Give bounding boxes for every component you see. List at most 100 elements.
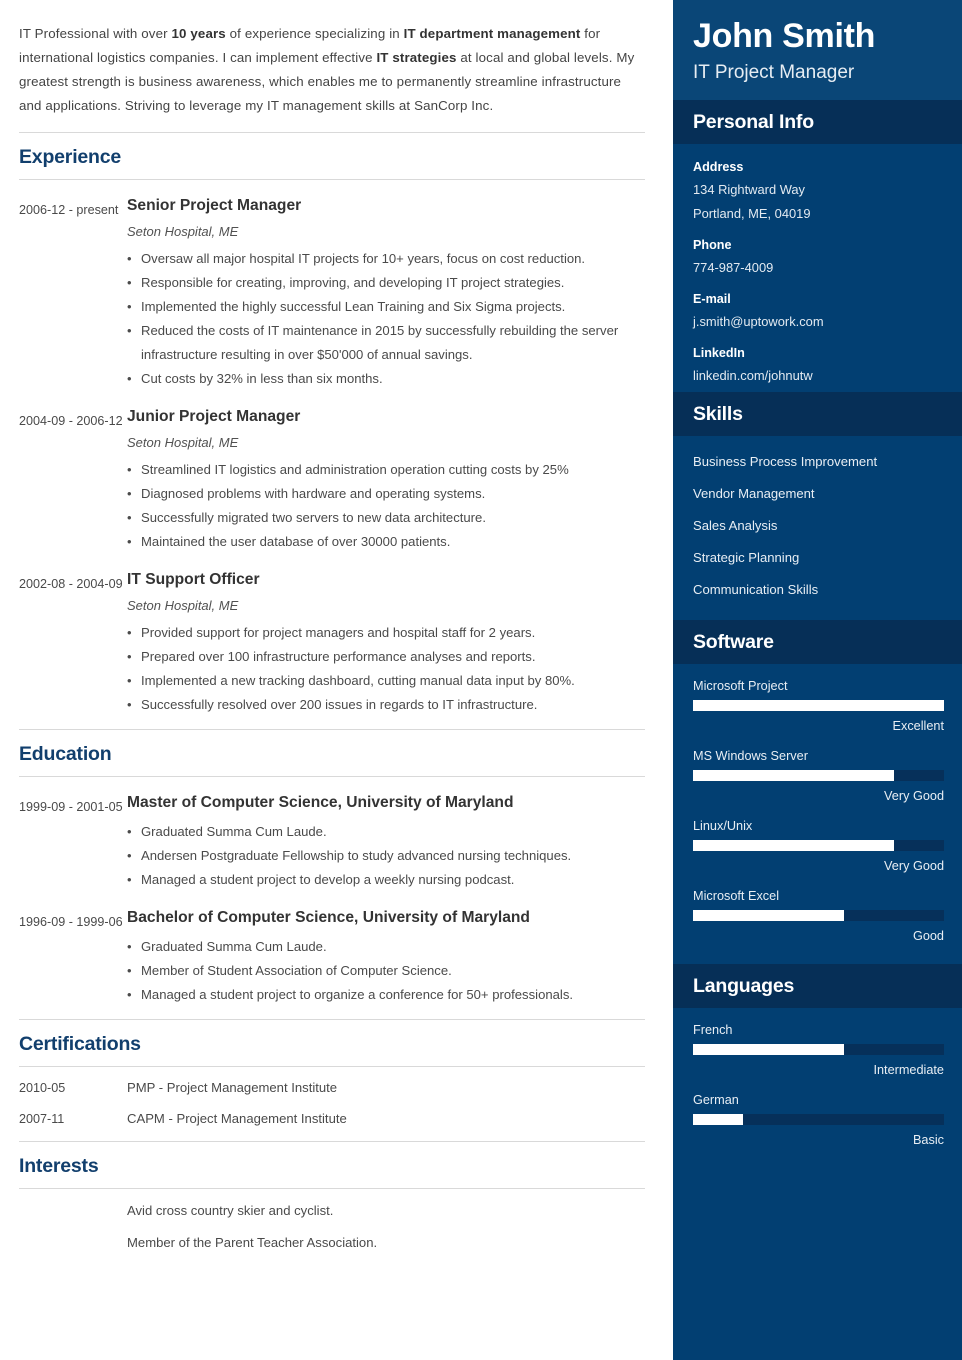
software-caption: Excellent bbox=[892, 719, 944, 733]
education-entry: 1999-09 - 2001-05 Master of Computer Sci… bbox=[19, 793, 645, 892]
bullet-item: Managed a student project to organize a … bbox=[127, 983, 645, 1007]
divider bbox=[19, 1066, 645, 1067]
certification-text: PMP - Project Management Institute bbox=[127, 1080, 338, 1095]
interest-text: Avid cross country skier and cyclist. bbox=[127, 1203, 334, 1218]
bullet-item: Maintained the user database of over 300… bbox=[127, 530, 645, 554]
entry-title: Bachelor of Computer Science, University… bbox=[127, 909, 530, 926]
info-label-address: Address bbox=[693, 160, 744, 174]
entry-title: IT Support Officer bbox=[127, 571, 260, 588]
software-bar-track bbox=[693, 700, 944, 711]
info-value-linkedin[interactable]: linkedin.com/johnutw bbox=[693, 364, 942, 388]
sidebar-section-title: Software bbox=[693, 631, 774, 653]
entry-bullets: Provided support for project managers an… bbox=[127, 621, 645, 717]
software-rating-block: Linux/Unix Very Good bbox=[693, 814, 944, 878]
info-value-address-line2: Portland, ME, 04019 bbox=[693, 206, 811, 221]
bullet-item: Andersen Postgraduate Fellowship to stud… bbox=[127, 844, 645, 868]
bullet-item: Cut costs by 32% in less than six months… bbox=[127, 367, 645, 391]
certification-row: 2010-05 PMP - Project Management Institu… bbox=[19, 1078, 645, 1098]
summary-bold-2: IT department management bbox=[403, 26, 581, 41]
software-caption: Very Good bbox=[884, 789, 944, 803]
software-bar-track bbox=[693, 770, 944, 781]
languages-body: French Intermediate German Basic bbox=[673, 1008, 962, 1168]
software-label: Linux/Unix bbox=[693, 819, 753, 833]
entry-company: Seton Hospital, ME bbox=[127, 224, 239, 239]
bullet-item: Streamlined IT logistics and administrat… bbox=[127, 458, 645, 482]
bullet-item: Responsible for creating, improving, and… bbox=[127, 271, 645, 295]
software-bar-fill bbox=[693, 700, 944, 711]
sidebar-section-header-software: Software bbox=[673, 620, 962, 664]
divider bbox=[19, 1019, 645, 1020]
software-label: MS Windows Server bbox=[693, 749, 808, 763]
sidebar-section-header-languages: Languages bbox=[673, 964, 962, 1008]
software-label: Microsoft Excel bbox=[693, 889, 780, 903]
entry-bullets: Graduated Summa Cum Laude. Andersen Post… bbox=[127, 820, 645, 892]
bullet-item: Oversaw all major hospital IT projects f… bbox=[127, 247, 645, 271]
divider bbox=[19, 729, 645, 730]
entry-body: IT Support Officer Seton Hospital, ME Pr… bbox=[127, 570, 645, 717]
interest-row: Avid cross country skier and cyclist. bbox=[19, 1201, 645, 1221]
info-label-phone: Phone bbox=[693, 238, 732, 252]
software-bar-fill bbox=[693, 840, 894, 851]
software-rating-block: Microsoft Project Excellent bbox=[693, 674, 944, 738]
skill-item: Strategic Planning bbox=[693, 550, 800, 565]
entry-title: Master of Computer Science, University o… bbox=[127, 794, 514, 811]
bullet-item: Reduced the costs of IT maintenance in 2… bbox=[127, 319, 645, 367]
bullet-item: Implemented the highly successful Lean T… bbox=[127, 295, 645, 319]
section-title-experience: Experience bbox=[19, 146, 122, 168]
divider bbox=[19, 1188, 645, 1189]
language-bar-track bbox=[693, 1044, 944, 1055]
entry-body: Senior Project Manager Seton Hospital, M… bbox=[127, 196, 645, 391]
interest-spacer bbox=[19, 1201, 127, 1221]
entry-date: 1999-09 - 2001-05 bbox=[19, 800, 123, 814]
main-column: IT Professional with over 10 years of ex… bbox=[0, 0, 673, 1360]
software-body: Microsoft Project Excellent MS Windows S… bbox=[673, 664, 962, 964]
sidebar-section-header-personal-info: Personal Info bbox=[673, 100, 962, 144]
bullet-item: Diagnosed problems with hardware and ope… bbox=[127, 482, 645, 506]
bullet-item: Prepared over 100 infrastructure perform… bbox=[127, 645, 645, 669]
entry-bullets: Graduated Summa Cum Laude. Member of Stu… bbox=[127, 935, 645, 1007]
divider bbox=[19, 179, 645, 180]
sidebar-section-title: Languages bbox=[693, 975, 795, 997]
section-title-certifications: Certifications bbox=[19, 1033, 141, 1055]
skills-body: Business Process Improvement Vendor Mana… bbox=[673, 436, 962, 620]
language-rating-block: German Basic bbox=[693, 1088, 944, 1152]
software-bar-fill bbox=[693, 910, 844, 921]
software-bar-fill bbox=[693, 770, 894, 781]
software-caption: Very Good bbox=[884, 859, 944, 873]
divider bbox=[19, 1141, 645, 1142]
certification-date: 2007-11 bbox=[19, 1112, 65, 1126]
entry-date: 2002-08 - 2004-09 bbox=[19, 577, 123, 591]
entry-company: Seton Hospital, ME bbox=[127, 435, 239, 450]
bullet-item: Implemented a new tracking dashboard, cu… bbox=[127, 669, 645, 693]
sidebar-section-title: Skills bbox=[693, 403, 743, 425]
sidebar-section-header-skills: Skills bbox=[673, 392, 962, 436]
software-caption: Good bbox=[912, 929, 944, 943]
summary-bold-1: 10 years bbox=[171, 26, 226, 41]
software-rating-block: Microsoft Excel Good bbox=[693, 884, 944, 948]
language-bar-fill bbox=[693, 1044, 844, 1055]
info-value-address-line1: 134 Rightward Way bbox=[693, 182, 806, 197]
summary-text-1: IT Professional with over bbox=[19, 26, 172, 41]
experience-entry: 2002-08 - 2004-09 IT Support Officer Set… bbox=[19, 570, 645, 717]
bullet-item: Graduated Summa Cum Laude. bbox=[127, 935, 645, 959]
info-value-phone[interactable]: 774-987-4009 bbox=[693, 256, 942, 280]
language-bar-fill bbox=[693, 1114, 744, 1125]
skill-item: Vendor Management bbox=[693, 486, 815, 501]
interest-text: Member of the Parent Teacher Association… bbox=[127, 1235, 378, 1250]
software-bar-track bbox=[693, 910, 944, 921]
personal-info-body: Address 134 Rightward Way Portland, ME, … bbox=[673, 144, 962, 392]
skill-item: Communication Skills bbox=[693, 582, 819, 597]
divider bbox=[19, 132, 645, 133]
entry-company: Seton Hospital, ME bbox=[127, 598, 239, 613]
skill-item: Business Process Improvement bbox=[693, 454, 878, 469]
entry-date: 1996-09 - 1999-06 bbox=[19, 915, 123, 929]
experience-entry: 2006-12 - present Senior Project Manager… bbox=[19, 196, 645, 391]
bullet-item: Successfully resolved over 200 issues in… bbox=[127, 693, 645, 717]
interest-row: Member of the Parent Teacher Association… bbox=[19, 1233, 645, 1253]
summary-paragraph: IT Professional with over 10 years of ex… bbox=[19, 22, 645, 118]
info-value-email[interactable]: j.smith@uptowork.com bbox=[693, 310, 942, 334]
section-title-education: Education bbox=[19, 743, 112, 765]
language-bar-track bbox=[693, 1114, 944, 1125]
